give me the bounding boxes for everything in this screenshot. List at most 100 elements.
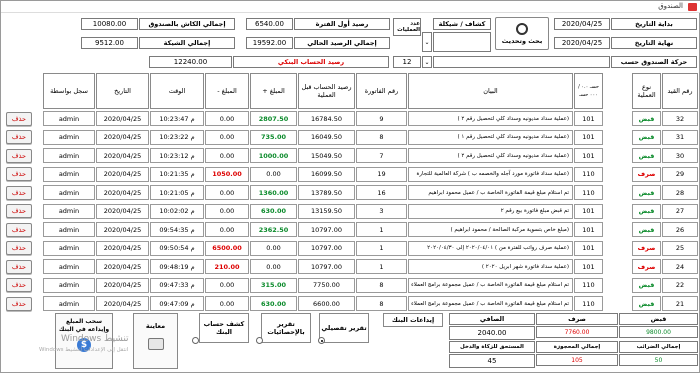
- cell-acc: 110: [574, 185, 603, 200]
- cell-plus: 735.00: [250, 129, 297, 145]
- delete-row-button[interactable]: حذف: [6, 130, 32, 144]
- cell-minus: 0.00: [205, 277, 249, 293]
- col-header-minus: المبلغ -: [205, 73, 249, 109]
- delete-row-button[interactable]: حذف: [6, 259, 32, 274]
- stats-report-button[interactable]: تقرير بالإحصائيات: [261, 313, 311, 343]
- detail-report-label: تقرير تفصيلي: [321, 324, 367, 332]
- cell-before: 13789.50: [298, 185, 355, 200]
- delete-row-button[interactable]: حذف: [6, 111, 32, 126]
- cell-plus: 0.00: [250, 259, 297, 274]
- cell-minus: 0.00: [205, 222, 249, 237]
- opening-balance-value: 6540.00: [246, 18, 293, 30]
- cell-time: 10:23:47 م: [150, 111, 204, 126]
- cell-inv: 1: [356, 259, 407, 274]
- cell-desc: تم استلام مبلغ قيمة الفاتورة الخاصة ب / …: [408, 277, 573, 293]
- cash-box-window: الصندوق بداية التاريخ 2020/04/25 نهاية ا…: [0, 0, 700, 373]
- col-header-date: التاريخ: [96, 73, 149, 109]
- cell-desc: (عملية سداد مديونيه وسداد كلي لتحصيل رقم…: [408, 129, 573, 145]
- search-refresh-button[interactable]: بحث وتحديث: [495, 17, 549, 50]
- stats-report-radio[interactable]: [256, 337, 263, 344]
- cell-before: 16784.50: [298, 111, 355, 126]
- cell-user: admin: [43, 277, 95, 293]
- cell-acc: 101: [574, 259, 603, 274]
- cell-time: 09:48:19 م: [150, 259, 204, 274]
- fees-label: إجمالي المحجوزة: [536, 341, 618, 353]
- cell-plus: 1360.00: [250, 185, 297, 200]
- cell-plus: 2362.50: [250, 222, 297, 237]
- cell-acc: 101: [574, 222, 603, 237]
- cell-before: 16099.50: [298, 166, 355, 182]
- start-date-input[interactable]: 2020/04/25: [554, 18, 610, 30]
- windows-watermark-hint: انتقل إلى الإعدادات لتنشيط Windows: [39, 347, 129, 353]
- col-header-user: سجل بواسطة: [43, 73, 95, 109]
- cell-acc: 110: [574, 296, 603, 311]
- delete-row-button[interactable]: حذف: [6, 185, 32, 200]
- cell-time: 09:47:33 م: [150, 277, 204, 293]
- cell-type: صرف: [632, 259, 661, 274]
- cell-date: 2020/04/25: [96, 222, 149, 237]
- col-header-account: حسـ ٠.٠ / ٠٠٠ حسـ: [574, 73, 603, 109]
- cell-type: قبض: [632, 111, 661, 126]
- cell-type: قبض: [632, 222, 661, 237]
- col-header-before: رصيد الحساب قبل العملية: [298, 73, 355, 109]
- cell-acc: 101: [574, 203, 603, 219]
- cell-type: صرف: [632, 240, 661, 256]
- col-header-desc: البيان: [408, 73, 573, 109]
- bank-balance-value: 12240.00: [149, 56, 232, 68]
- cell-user: admin: [43, 222, 95, 237]
- delete-row-button[interactable]: حذف: [6, 222, 32, 237]
- preview-button[interactable]: معاينة: [133, 313, 178, 369]
- page-number-input[interactable]: 12: [393, 56, 421, 68]
- cell-desc: (عملية سداد مديونيه وسداد كلي لتحصيل رقم…: [408, 111, 573, 126]
- cell-desc: (عملية سداد فاتورة مورد آجله والخصمه ب )…: [408, 166, 573, 182]
- delete-row-button[interactable]: حذف: [6, 278, 32, 292]
- bank-balance-label: رصيد الحساب البنكي: [233, 56, 389, 68]
- cell-id: 28: [662, 185, 698, 200]
- cell-time: 10:23:12 م: [150, 148, 204, 163]
- receipt-label: قبض: [619, 313, 698, 325]
- cell-inv: 7: [356, 148, 407, 163]
- cell-user: admin: [43, 166, 95, 182]
- cell-plus: 2807.50: [250, 111, 297, 126]
- delete-row-button[interactable]: حذف: [6, 204, 32, 218]
- payment-label: صرف: [536, 313, 618, 325]
- col-header-invoice: رقم الفاتورة: [356, 73, 407, 109]
- type-label: كشاف / شيكلة: [433, 18, 491, 30]
- current-balance-label: إجمالي الرصيد الحالي: [294, 37, 390, 49]
- end-date-input[interactable]: 2020/04/25: [554, 37, 610, 49]
- net-value: 2040.00: [449, 326, 535, 340]
- detail-report-button[interactable]: تقرير تفصيلي: [319, 313, 369, 343]
- cell-inv: 1: [356, 240, 407, 256]
- delete-row-button[interactable]: حذف: [6, 148, 32, 163]
- cell-plus: 315.00: [250, 277, 297, 293]
- cell-minus: 1050.00: [205, 166, 249, 182]
- cell-time: 10:23:22 م: [150, 129, 204, 145]
- bank-statement-button[interactable]: كشف حساب البنك: [199, 313, 249, 343]
- detail-report-radio[interactable]: [318, 337, 325, 344]
- cell-desc: (مبلغ خاص بتسوية مركبة الصالحة / محمود ا…: [408, 222, 573, 237]
- cell-acc: 101: [574, 111, 603, 126]
- cell-date: 2020/04/25: [96, 240, 149, 256]
- cell-user: admin: [43, 129, 95, 145]
- cell-minus: 0.00: [205, 129, 249, 145]
- delete-row-button[interactable]: حذف: [6, 167, 32, 181]
- delete-row-button[interactable]: حذف: [6, 296, 32, 311]
- cell-date: 2020/04/25: [96, 259, 149, 274]
- type-dropdown-arrow[interactable]: ⌄: [422, 32, 432, 52]
- cell-type: قبض: [632, 129, 661, 145]
- cell-minus: 0.00: [205, 185, 249, 200]
- bank-statement-radio[interactable]: [192, 337, 199, 344]
- tax-value: 50: [619, 354, 698, 366]
- delete-row-button[interactable]: حذف: [6, 241, 32, 255]
- cell-desc: (عملية سداد مديونيه وسداد كلي لتحصيل رقم…: [408, 148, 573, 163]
- cell-minus: 210.00: [205, 259, 249, 274]
- bank-deposits-button[interactable]: إيداعات البنك: [383, 313, 443, 327]
- ops-count-label: عدد العمليات: [393, 18, 421, 36]
- cell-before: 10797.00: [298, 222, 355, 237]
- move-dropdown-arrow[interactable]: ⌄: [422, 56, 432, 68]
- type-select[interactable]: [433, 32, 491, 52]
- cell-id: 24: [662, 259, 698, 274]
- move-select[interactable]: [433, 56, 610, 68]
- cell-before: 10797.00: [298, 240, 355, 256]
- withdraw-label: سحب المبلغ وإيداعه في البنك: [58, 318, 110, 333]
